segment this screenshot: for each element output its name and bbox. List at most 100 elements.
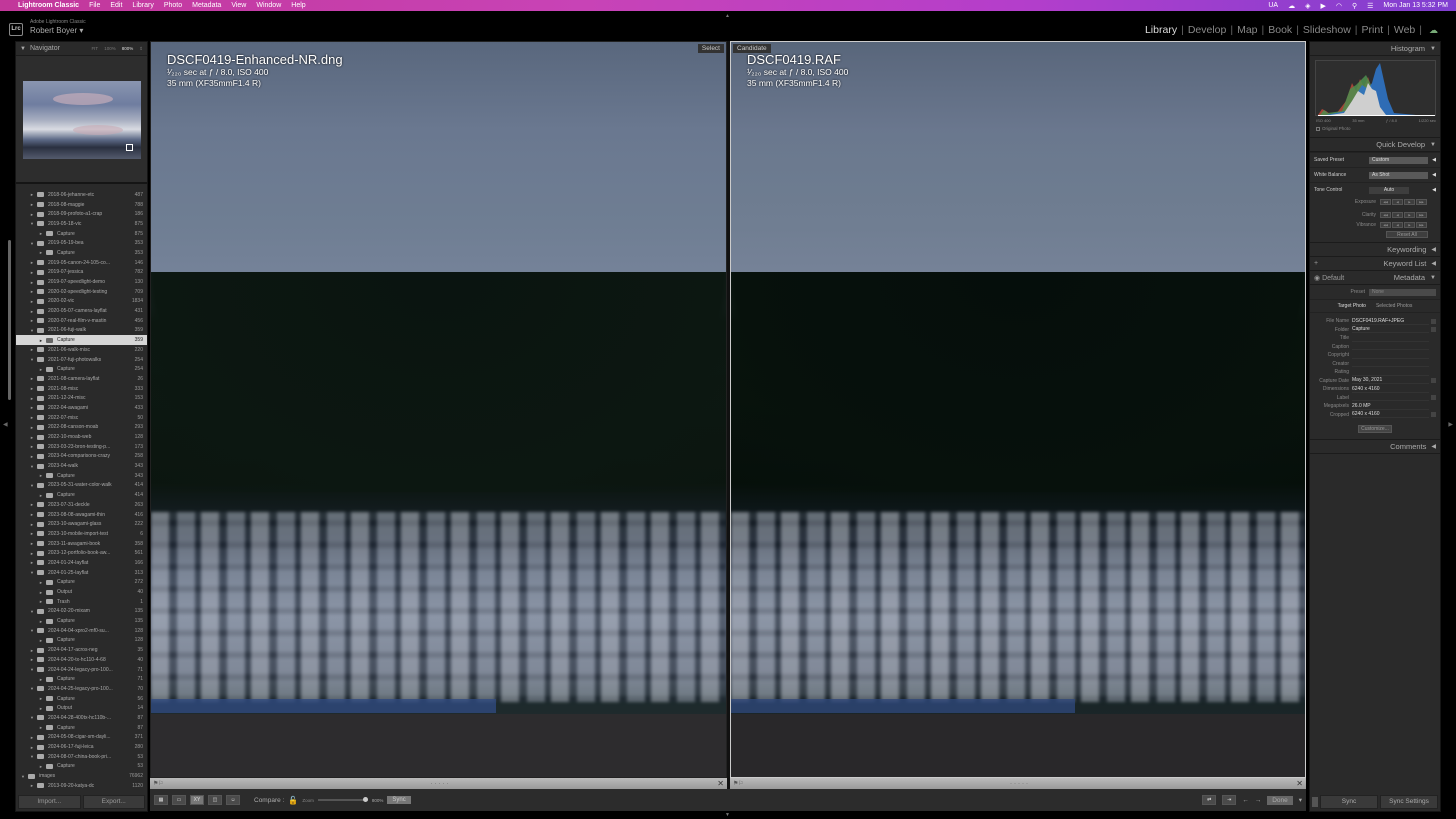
folder-row[interactable]: ▼ 2024-02-20-mixam 135 (16, 607, 147, 617)
disclosure-icon[interactable]: ► (29, 541, 35, 546)
zoom-slider[interactable] (317, 797, 368, 802)
disclosure-icon[interactable]: ► (29, 318, 35, 323)
disclosure-icon[interactable]: ► (29, 386, 35, 391)
folder-row[interactable]: ► 2018-06-jehanne-etc 487 (16, 190, 147, 200)
play-icon[interactable]: ▶ (1320, 2, 1325, 10)
exposure-plus[interactable]: ▶ (1404, 199, 1415, 205)
folder-row[interactable]: ► 2019-07-jessica 782 (16, 268, 147, 278)
zoom-fit[interactable]: FIT (91, 46, 98, 52)
grid-view-icon[interactable]: ▦ (154, 795, 168, 805)
disclosure-icon[interactable]: ► (38, 696, 44, 701)
metadata-value[interactable]: 6240 x 4160 (1352, 386, 1429, 393)
folder-row[interactable]: ► 2021-08-camera-layflat 26 (16, 374, 147, 384)
collapse-icon[interactable]: ▼ (20, 46, 26, 52)
folder-row[interactable]: ► 2023-12-portfolio-book-aw... 561 (16, 548, 147, 558)
disclosure-icon[interactable]: ► (38, 473, 44, 478)
disclosure-icon[interactable]: ► (38, 706, 44, 711)
navigator-preview[interactable] (16, 56, 147, 184)
disclosure-icon[interactable]: ► (29, 454, 35, 459)
metadata-value[interactable] (1352, 343, 1429, 351)
expand-icon[interactable]: ◀ (1431, 443, 1436, 450)
disclosure-icon[interactable]: ▼ (29, 628, 35, 633)
input-source[interactable]: UA (1268, 2, 1278, 9)
make-select-icon[interactable]: ⇥ (1222, 795, 1237, 805)
disclosure-icon[interactable]: ► (29, 522, 35, 527)
flag-icons[interactable]: ⚑⚐ (733, 780, 744, 787)
disclosure-icon[interactable]: ► (38, 580, 44, 585)
disclosure-icon[interactable]: ▼ (20, 774, 26, 779)
expand-icon[interactable]: ◀ (1431, 246, 1436, 253)
disclosure-icon[interactable]: ► (29, 280, 35, 285)
expand-icon[interactable]: ◀ (1428, 187, 1436, 193)
quick-develop-header[interactable]: Quick Develop ▼ (1310, 138, 1440, 152)
customize-button[interactable]: Customize... (1358, 425, 1392, 433)
metadata-value[interactable]: 6240 x 4160 (1352, 411, 1429, 419)
collapse-icon[interactable]: ▼ (1430, 46, 1436, 52)
disclosure-icon[interactable]: ► (29, 444, 35, 449)
disclosure-icon[interactable]: ▼ (29, 328, 35, 333)
keywording-header[interactable]: Keywording ◀ (1310, 243, 1440, 257)
sync-zoom-button[interactable]: Sync (387, 796, 411, 804)
rating-stars[interactable]: ····· (431, 781, 451, 787)
white-balance-select[interactable]: As Shot (1369, 171, 1428, 179)
folder-row[interactable]: ► Capture 56 (16, 694, 147, 704)
metadata-value[interactable]: 26.0 MP (1352, 403, 1429, 410)
menu-edit[interactable]: Edit (110, 2, 122, 9)
clarity-minus[interactable]: ◀ (1392, 212, 1403, 218)
folder-row[interactable]: ► 2018-09-profoto-a1-crap 186 (16, 209, 147, 219)
close-select-icon[interactable]: ✕ (717, 779, 724, 788)
original-photo-toggle[interactable]: Original Photo (1316, 126, 1351, 131)
disclosure-icon[interactable]: ► (29, 425, 35, 430)
disclosure-icon[interactable]: ▼ (29, 686, 35, 691)
clarity-plus[interactable]: ▶ (1404, 212, 1415, 218)
right-panel-toggle-icon[interactable]: ▶ (1448, 421, 1453, 428)
metadata-value[interactable] (1352, 352, 1429, 359)
disclosure-icon[interactable]: ► (29, 551, 35, 556)
folder-row[interactable]: ► 2023-10-mobile-import-test 6 (16, 529, 147, 539)
disclosure-icon[interactable]: ► (29, 309, 35, 314)
module-library[interactable]: Library (1142, 24, 1180, 36)
disclosure-icon[interactable]: ▼ (29, 483, 35, 488)
metadata-header[interactable]: ◉ Default Metadata ▼ (1310, 271, 1440, 285)
candidate-photo[interactable] (731, 42, 1305, 777)
folder-row[interactable]: ► 2021-06-walk-misc 220 (16, 345, 147, 355)
folder-row[interactable]: ► 2024-01-24-layflat 166 (16, 558, 147, 568)
disclosure-icon[interactable]: ► (29, 270, 35, 275)
folder-row[interactable]: ► 2023-11-awagami-book 358 (16, 539, 147, 549)
disclosure-icon[interactable]: ► (29, 192, 35, 197)
user-name[interactable]: Robert Boyer ▾ (30, 26, 83, 35)
vibrance-plus-more[interactable]: ▶▶ (1416, 222, 1427, 228)
disclosure-icon[interactable]: ▼ (29, 357, 35, 362)
folder-row[interactable]: ► Capture 254 (16, 364, 147, 374)
folder-row[interactable]: ► 2021-08-misc 333 (16, 384, 147, 394)
control-center-icon[interactable]: ☰ (1367, 2, 1373, 10)
export-button[interactable]: Export... (82, 795, 145, 809)
disclosure-icon[interactable]: ► (29, 202, 35, 207)
module-map[interactable]: Map (1234, 24, 1260, 36)
folder-row[interactable]: ▼ 2021-07-fuji-photowalks 254 (16, 355, 147, 365)
module-slideshow[interactable]: Slideshow (1300, 24, 1354, 36)
metadata-value[interactable]: DSCF0419.RAF+JPEG (1352, 318, 1429, 325)
menu-photo[interactable]: Photo (164, 2, 182, 9)
disclosure-icon[interactable]: ► (29, 435, 35, 440)
disclosure-icon[interactable]: ► (29, 560, 35, 565)
expand-icon[interactable]: ◀ (1428, 157, 1436, 163)
folder-row[interactable]: ► Capture 353 (16, 248, 147, 258)
disclosure-icon[interactable]: ► (38, 599, 44, 604)
folder-row[interactable]: ▼ 2024-04-25-legacy-pro-100... 70 (16, 684, 147, 694)
folder-row[interactable]: ▼ 2019-05-19-bea 353 (16, 238, 147, 248)
folder-row[interactable]: ▼ 2021-06-fuji-walk 359 (16, 326, 147, 336)
folder-row[interactable]: ► Output 40 (16, 587, 147, 597)
metadata-value[interactable] (1352, 369, 1429, 376)
menu-view[interactable]: View (231, 2, 246, 9)
clarity-minus-more[interactable]: ◀◀ (1380, 212, 1391, 218)
histogram-chart[interactable] (1315, 60, 1436, 116)
disclosure-icon[interactable]: ► (29, 502, 35, 507)
select-photo[interactable] (151, 42, 726, 777)
metadata-value[interactable]: May 30, 2021 (1352, 377, 1429, 385)
folder-row[interactable]: ► 2020-05-07-camera-layflat 431 (16, 306, 147, 316)
folder-row[interactable]: ► 2020-07-real-film-v-mastin 456 (16, 316, 147, 326)
comments-header[interactable]: Comments ◀ (1310, 440, 1440, 454)
disclosure-icon[interactable]: ► (29, 376, 35, 381)
disclosure-icon[interactable]: ► (29, 745, 35, 750)
